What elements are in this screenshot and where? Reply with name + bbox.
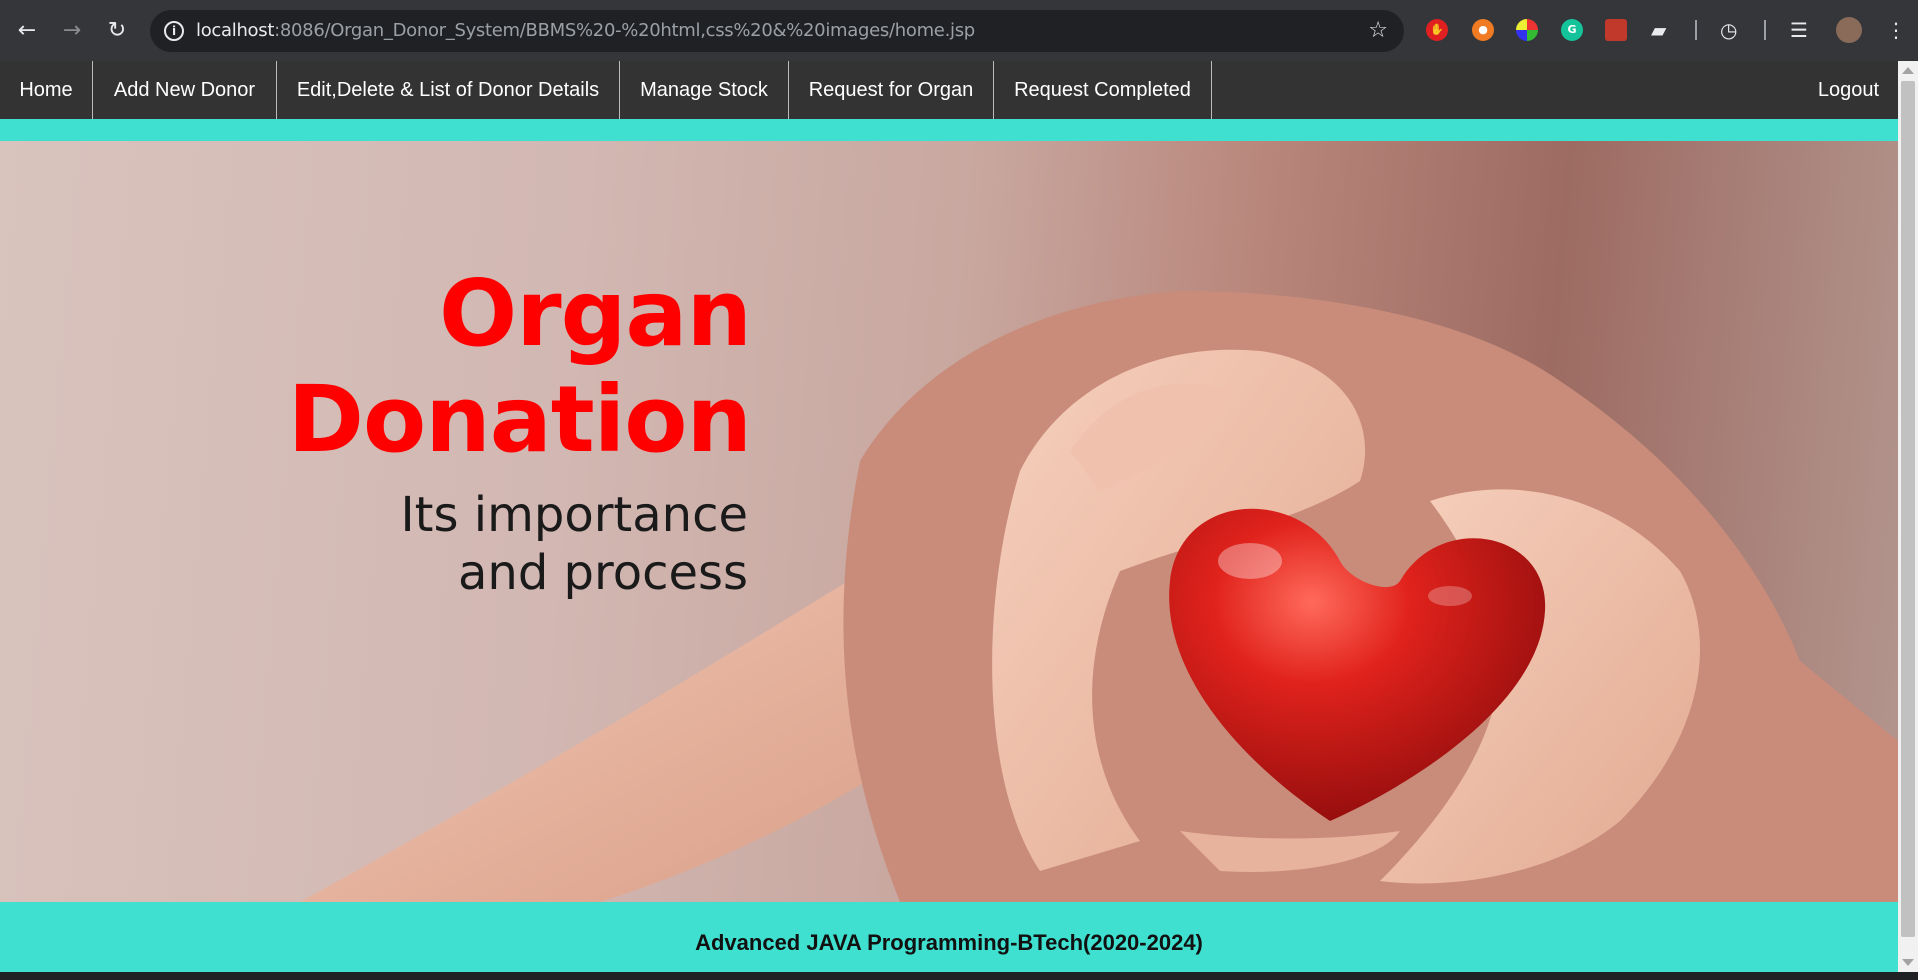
footer-text: Advanced JAVA Programming-BTech(2020-202…: [695, 930, 1203, 955]
star-icon[interactable]: ☆: [1368, 16, 1388, 46]
scroll-down-arrow-icon[interactable]: [1902, 959, 1914, 966]
subline-line-1: Its importance: [400, 487, 748, 543]
toolbar-divider: [1695, 20, 1697, 40]
banner-headline: Organ Donation: [287, 260, 752, 473]
url-path: :8086/Organ_Donor_System/BBMS%20-%20html…: [274, 20, 975, 41]
url-host: localhost: [196, 20, 275, 41]
back-icon[interactable]: ←: [10, 14, 44, 48]
nav-request-for-organ[interactable]: Request for Organ: [789, 61, 994, 119]
top-navigation: Home Add New Donor Edit,Delete & List of…: [0, 61, 1898, 119]
url-text[interactable]: localhost:8086/Organ_Donor_System/BBMS%2…: [196, 10, 975, 52]
reload-icon[interactable]: ↻: [100, 14, 134, 48]
scroll-up-arrow-icon[interactable]: [1902, 67, 1914, 74]
nav-add-new-donor[interactable]: Add New Donor: [93, 61, 277, 119]
nav-edit-delete-list-donors[interactable]: Edit,Delete & List of Donor Details: [277, 61, 620, 119]
info-icon[interactable]: i: [164, 21, 184, 41]
headline-line-2: Donation: [287, 366, 752, 473]
hands-holding-heart-illustration: [300, 291, 1898, 902]
forward-icon[interactable]: →: [55, 14, 89, 48]
avatar[interactable]: [1836, 17, 1862, 43]
puzzle-icon[interactable]: ▰: [1651, 16, 1666, 44]
nav-manage-stock[interactable]: Manage Stock: [620, 61, 789, 119]
browser-toolbar: ← → ↻ i localhost:8086/Organ_Donor_Syste…: [0, 0, 1918, 62]
grammarly-icon[interactable]: G: [1561, 19, 1583, 41]
window-bottom-edge: [0, 972, 1918, 980]
subline-line-2: and process: [457, 545, 748, 601]
page-viewport: Home Add New Donor Edit,Delete & List of…: [0, 61, 1898, 972]
color-picker-extension-icon[interactable]: [1516, 19, 1538, 41]
nav-logout[interactable]: Logout: [1799, 61, 1898, 119]
vertical-scrollbar[interactable]: [1898, 61, 1918, 972]
nav-request-completed[interactable]: Request Completed: [994, 61, 1212, 119]
scroll-thumb[interactable]: [1901, 81, 1915, 937]
address-bar[interactable]: i localhost:8086/Organ_Donor_System/BBMS…: [150, 10, 1404, 52]
hero-banner-image: Organ Donation Its importance and proces…: [0, 141, 1898, 902]
nav-home[interactable]: Home: [0, 61, 93, 119]
extension-book-icon[interactable]: [1605, 19, 1627, 41]
kebab-menu-icon[interactable]: ⋮: [1886, 16, 1906, 44]
headline-line-1: Organ: [438, 260, 752, 367]
banner-subline: Its importance and process: [401, 486, 748, 602]
toolbar-divider: [1764, 20, 1766, 40]
accent-strip-top: [0, 119, 1898, 141]
history-icon[interactable]: ◷: [1720, 16, 1737, 44]
reading-list-icon[interactable]: ☰: [1790, 16, 1808, 44]
adblock-extension-icon[interactable]: ✋: [1426, 19, 1448, 41]
extension-orange-icon[interactable]: ●: [1472, 19, 1494, 41]
